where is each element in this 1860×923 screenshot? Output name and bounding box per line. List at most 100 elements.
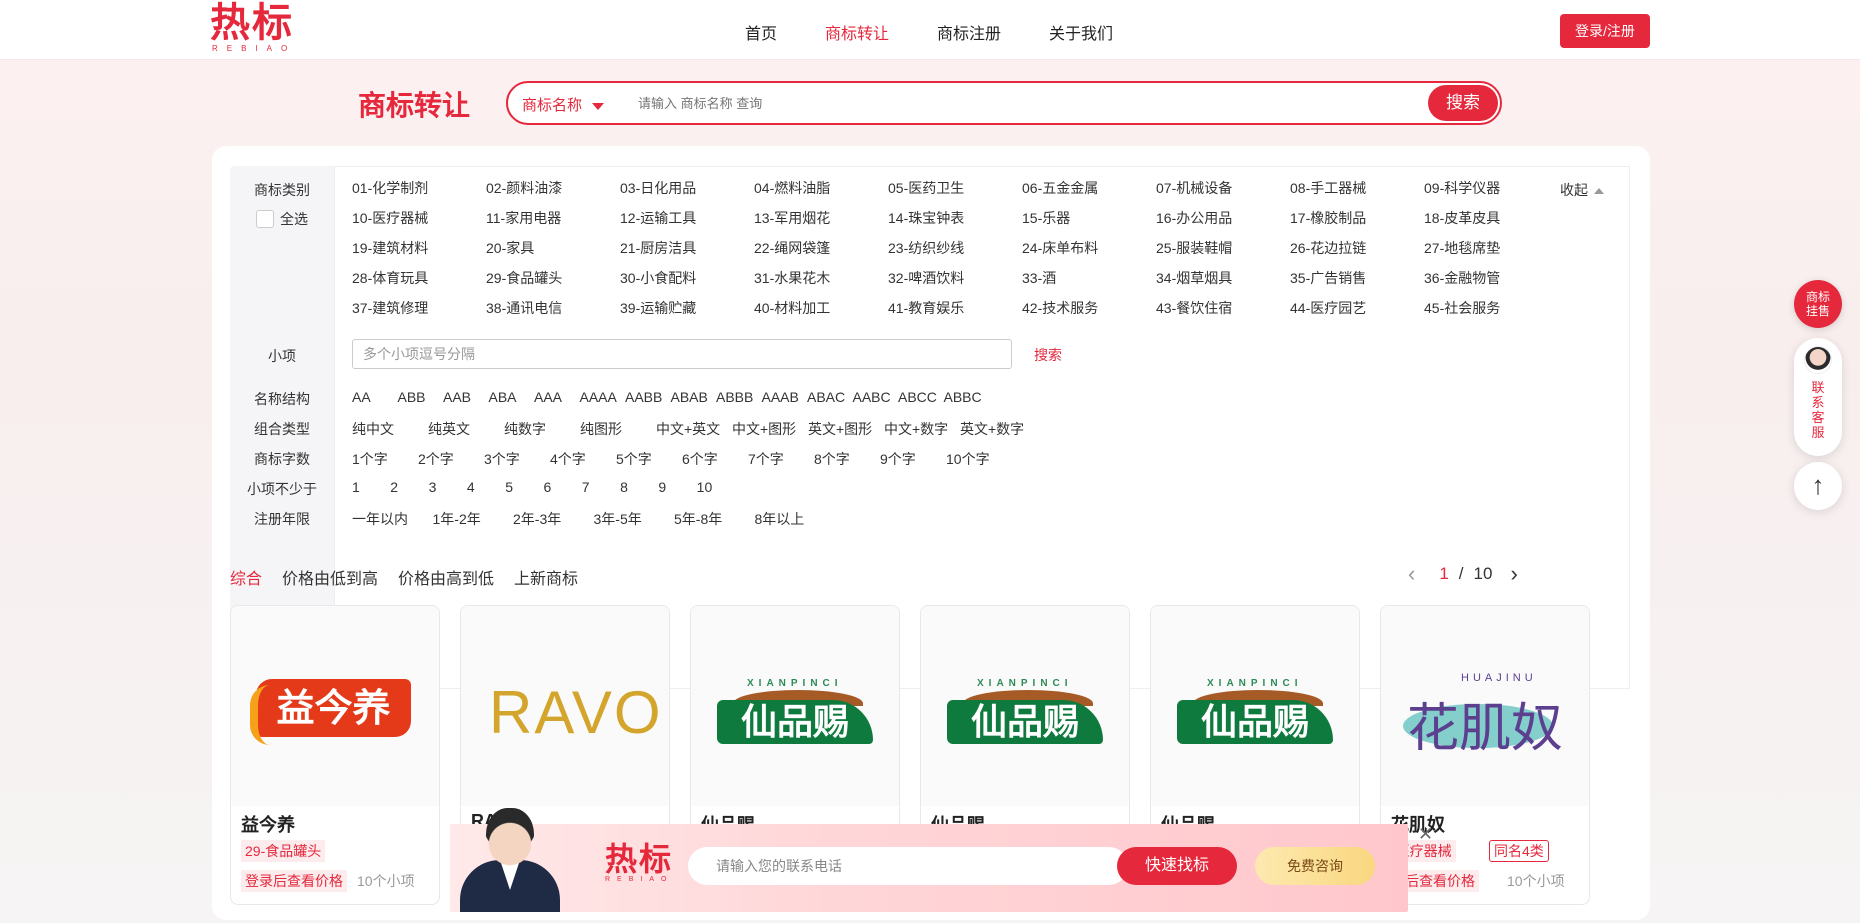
class-option[interactable]: 08-手工器械 [1290,178,1424,198]
years-option[interactable]: 3年-5年 [594,509,675,529]
structure-option[interactable]: AA [352,389,398,405]
free-consult-button[interactable]: 免费咨询 [1255,847,1375,885]
combo-option[interactable]: 英文+图形 [808,419,884,439]
combo-option[interactable]: 纯图形 [580,419,656,439]
combo-option[interactable]: 英文+数字 [960,419,1036,439]
structure-option[interactable]: ABB [398,389,444,405]
char-count-option[interactable]: 8个字 [814,449,880,469]
sell-trademark-button[interactable]: 商标挂售 [1794,280,1842,328]
sort-price-asc[interactable]: 价格由低到高 [282,565,378,589]
class-option[interactable]: 44-医疗园艺 [1290,298,1424,318]
combo-option[interactable]: 纯英文 [428,419,504,439]
class-option[interactable]: 32-啤酒饮料 [888,268,1022,288]
class-option[interactable]: 21-厨房洁具 [620,238,754,258]
class-option[interactable]: 38-通讯电信 [486,298,620,318]
class-option[interactable]: 11-家用电器 [486,208,620,228]
class-option[interactable]: 33-酒 [1022,268,1156,288]
combo-option[interactable]: 中文+数字 [884,419,960,439]
structure-option[interactable]: AAAB [762,389,808,405]
class-option[interactable]: 03-日化用品 [620,178,754,198]
class-option[interactable]: 10-医疗器械 [352,208,486,228]
class-option[interactable]: 04-燃料油脂 [754,178,888,198]
min-items-option[interactable]: 5 [505,479,543,495]
class-option[interactable]: 27-地毯席垫 [1424,238,1558,258]
structure-option[interactable]: AABC [853,389,899,405]
class-option[interactable]: 07-机械设备 [1156,178,1290,198]
class-option[interactable]: 14-珠宝钟表 [888,208,1022,228]
customer-service-button[interactable]: 联系客服 [1794,338,1842,456]
class-option[interactable]: 18-皮革皮具 [1424,208,1558,228]
min-items-option[interactable]: 4 [467,479,505,495]
sort-default[interactable]: 综合 [230,565,262,589]
years-option[interactable]: 2年-3年 [513,509,594,529]
char-count-option[interactable]: 10个字 [946,449,1012,469]
class-option[interactable]: 25-服装鞋帽 [1156,238,1290,258]
years-option[interactable]: 1年-2年 [433,509,514,529]
nav-home[interactable]: 首页 [745,20,777,44]
search-button[interactable]: 搜索 [1428,85,1498,121]
min-items-option[interactable]: 8 [620,479,658,495]
class-option[interactable]: 12-运输工具 [620,208,754,228]
class-option[interactable]: 31-水果花木 [754,268,888,288]
class-option[interactable]: 40-材料加工 [754,298,888,318]
min-items-option[interactable]: 3 [429,479,467,495]
class-option[interactable]: 41-教育娱乐 [888,298,1022,318]
class-option[interactable]: 35-广告销售 [1290,268,1424,288]
class-option[interactable]: 09-科学仪器 [1424,178,1558,198]
class-option[interactable]: 42-技术服务 [1022,298,1156,318]
structure-option[interactable]: AAA [534,389,580,405]
min-items-option[interactable]: 7 [582,479,620,495]
class-option[interactable]: 28-体育玩具 [352,268,486,288]
arrow-up-icon[interactable]: ↑ [1794,462,1842,510]
char-count-option[interactable]: 6个字 [682,449,748,469]
next-page-icon[interactable]: › [1510,563,1517,585]
trademark-card[interactable]: 益今养 益今养 29-食品罐头 登录后查看价格 10个小项 [230,605,440,905]
class-option[interactable]: 30-小食配料 [620,268,754,288]
select-all-checkbox[interactable]: 全选 [256,209,308,229]
nav-register[interactable]: 商标注册 [937,20,1001,44]
class-option[interactable]: 34-烟草烟具 [1156,268,1290,288]
quick-find-button[interactable]: 快速找标 [1117,847,1237,885]
login-register-button[interactable]: 登录/注册 [1560,14,1650,48]
structure-option[interactable]: ABAB [671,389,717,405]
structure-option[interactable]: ABBC [944,389,990,405]
structure-option[interactable]: AAAA [580,389,626,405]
char-count-option[interactable]: 4个字 [550,449,616,469]
combo-option[interactable]: 纯数字 [504,419,580,439]
min-items-option[interactable]: 2 [390,479,428,495]
phone-input[interactable]: 请输入您的联系电话 [688,847,1128,885]
class-option[interactable]: 17-橡胶制品 [1290,208,1424,228]
login-to-view-price[interactable]: 登录后查看价格 [241,870,347,892]
class-option[interactable]: 02-颜料油漆 [486,178,620,198]
sort-price-desc[interactable]: 价格由高到低 [398,565,494,589]
combo-option[interactable]: 中文+图形 [732,419,808,439]
combo-option[interactable]: 中文+英文 [656,419,732,439]
class-option[interactable]: 37-建筑修理 [352,298,486,318]
collapse-toggle[interactable]: 收起 [1560,180,1604,200]
min-items-option[interactable]: 10 [697,479,735,495]
class-option[interactable]: 16-办公用品 [1156,208,1290,228]
structure-option[interactable]: AAB [443,389,489,405]
structure-option[interactable]: ABA [489,389,535,405]
char-count-option[interactable]: 5个字 [616,449,682,469]
structure-option[interactable]: ABBB [716,389,762,405]
char-count-option[interactable]: 2个字 [418,449,484,469]
checkbox-box[interactable] [256,210,274,228]
class-option[interactable]: 05-医药卫生 [888,178,1022,198]
class-option[interactable]: 19-建筑材料 [352,238,486,258]
class-option[interactable]: 45-社会服务 [1424,298,1558,318]
char-count-option[interactable]: 7个字 [748,449,814,469]
class-option[interactable]: 39-运输贮藏 [620,298,754,318]
subitem-input[interactable]: 多个小项逗号分隔 [352,339,1012,369]
class-option[interactable]: 13-军用烟花 [754,208,888,228]
class-option[interactable]: 01-化学制剂 [352,178,486,198]
structure-option[interactable]: ABCC [898,389,944,405]
class-option[interactable]: 43-餐饮住宿 [1156,298,1290,318]
prev-page-icon[interactable]: ‹ [1408,563,1415,585]
class-option[interactable]: 26-花边拉链 [1290,238,1424,258]
class-option[interactable]: 06-五金金属 [1022,178,1156,198]
min-items-option[interactable]: 1 [352,479,390,495]
class-option[interactable]: 20-家具 [486,238,620,258]
sort-newest[interactable]: 上新商标 [514,565,578,589]
char-count-option[interactable]: 9个字 [880,449,946,469]
